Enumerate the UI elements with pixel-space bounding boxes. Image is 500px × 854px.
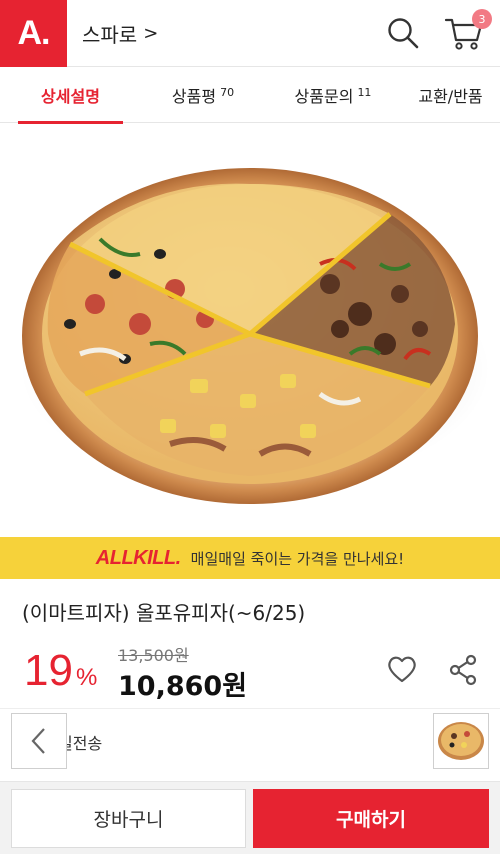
allkill-logo-dot: . [175,546,182,569]
product-image[interactable] [0,124,500,537]
bottom-action-bar: 장바구니 구매하기 [0,781,500,854]
pizza-thumbnail-image [438,722,484,760]
tab-details[interactable]: 상세설명 [18,67,123,124]
app-logo[interactable]: A. [0,0,67,67]
tab-reviews[interactable]: 상품평 70 [143,67,263,123]
app-root: A. 스파로 > 3 상세설명 상품평 70 상품문의 11 교환/반품 ALL… [0,0,500,854]
allkill-banner[interactable]: ALLKILL. 매일매일 죽이는 가격을 만나세요! [0,537,500,579]
product-title: (이마트피자) 올포유피자(~6/25) [22,601,306,625]
store-name: 스파로 [82,22,138,47]
allkill-logo: ALLKILL. [96,547,181,570]
share-icon[interactable] [448,654,478,686]
tab-label: 상품문의 [294,87,354,106]
tab-exchange-return[interactable]: 교환/반품 [403,67,498,123]
allkill-text: 매일매일 죽이는 가격을 만나세요! [190,549,405,568]
store-link[interactable]: 스파로 > [82,18,158,48]
sale-price: 10,860원 [118,671,248,702]
search-icon[interactable] [386,16,420,50]
discount-value: 19 [24,646,73,695]
tab-label: 상세설명 [41,87,100,106]
tab-count: 70 [220,85,235,99]
chevron-right-icon: > [143,22,159,44]
allkill-logo-text: ALLKILL [95,546,176,569]
heart-icon[interactable] [386,654,418,684]
pizza-image [20,168,490,504]
tab-qna[interactable]: 상품문의 11 [268,67,398,123]
tab-count: 11 [357,85,372,99]
prev-button[interactable] [11,713,67,769]
cart-count-badge: 3 [472,9,492,29]
discount-rate: 19% [24,646,97,703]
product-thumbnail[interactable] [433,713,489,769]
chevron-left-icon [31,728,45,754]
buy-now-button[interactable]: 구매하기 [253,789,489,848]
discount-unit: % [75,664,98,691]
add-to-cart-button[interactable]: 장바구니 [11,789,246,848]
tab-label: 교환/반품 [418,87,483,106]
divider [0,708,500,709]
top-header: A. 스파로 > 3 [0,0,500,67]
product-tabs: 상세설명 상품평 70 상품문의 11 교환/반품 [0,67,500,124]
original-price: 13,500원 [118,646,189,665]
tab-label: 상품평 [171,87,217,106]
